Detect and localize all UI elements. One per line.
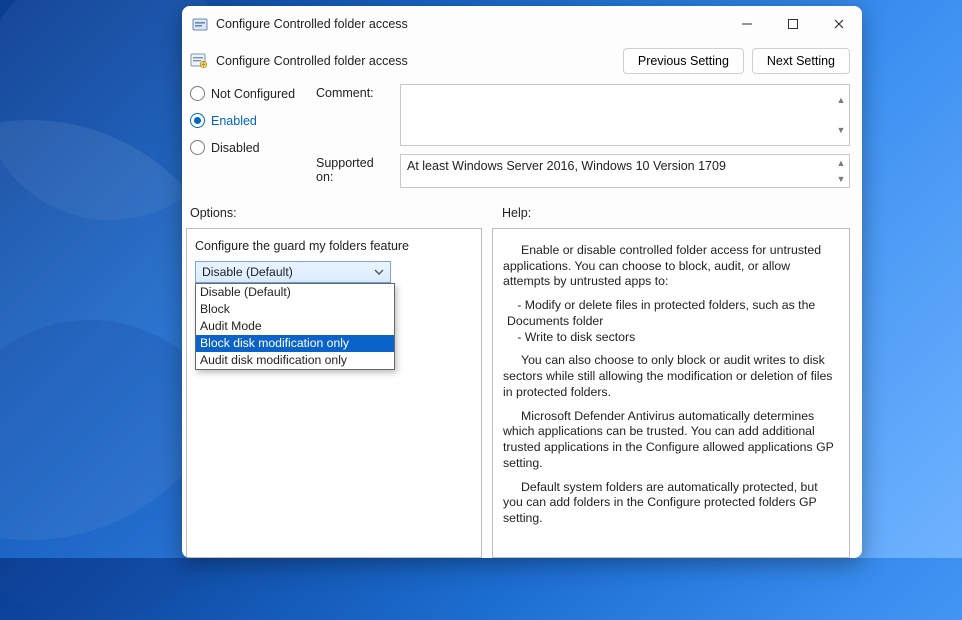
help-label: Help:	[502, 206, 531, 220]
combobox-head[interactable]: Disable (Default)	[195, 261, 391, 283]
supported-on-value: At least Windows Server 2016, Windows 10…	[407, 159, 726, 173]
radio-not-configured[interactable]: Not Configured	[190, 86, 306, 101]
options-label: Options:	[190, 206, 486, 220]
guard-mode-combobox[interactable]: Disable (Default) Disable (Default)Block…	[195, 261, 391, 283]
help-panel: Enable or disable controlled folder acce…	[492, 228, 850, 558]
minimize-button[interactable]	[724, 6, 770, 42]
header-row: Configure Controlled folder access Previ…	[182, 42, 862, 84]
fields: Comment: ▲ ▼ Supported on: At least Wind…	[316, 84, 850, 188]
radio-icon	[190, 86, 205, 101]
options-panel: Configure the guard my folders feature D…	[186, 228, 482, 558]
radio-disabled[interactable]: Disabled	[190, 140, 306, 155]
options-caption: Configure the guard my folders feature	[195, 239, 473, 253]
app-icon	[192, 16, 208, 32]
policy-icon	[190, 52, 208, 70]
chevron-down-icon[interactable]: ▼	[833, 171, 849, 187]
next-setting-button[interactable]: Next Setting	[752, 48, 850, 74]
maximize-button[interactable]	[770, 6, 816, 42]
comment-scrollbar[interactable]: ▲ ▼	[833, 85, 849, 145]
combobox-list: Disable (Default)BlockAudit ModeBlock di…	[195, 283, 395, 370]
panels: Configure the guard my folders feature D…	[182, 224, 862, 558]
help-paragraph: Microsoft Defender Antivirus automatical…	[503, 409, 839, 472]
radio-icon	[190, 140, 205, 155]
comment-label: Comment:	[316, 84, 394, 100]
help-paragraph: You can also choose to only block or aud…	[503, 353, 839, 400]
window-title: Configure Controlled folder access	[216, 17, 408, 31]
supported-on-box: At least Windows Server 2016, Windows 10…	[400, 154, 850, 188]
config-area: Not Configured Enabled Disabled Comment:…	[182, 84, 862, 192]
radio-enabled[interactable]: Enabled	[190, 113, 306, 128]
chevron-up-icon[interactable]: ▲	[833, 155, 849, 171]
combobox-option[interactable]: Block disk modification only	[196, 335, 394, 352]
combobox-option[interactable]: Block	[196, 301, 394, 318]
supported-scrollbar[interactable]: ▲ ▼	[833, 155, 849, 187]
close-button[interactable]	[816, 6, 862, 42]
combobox-option[interactable]: Audit Mode	[196, 318, 394, 335]
radio-icon	[190, 113, 205, 128]
help-paragraph: Enable or disable controlled folder acce…	[503, 243, 839, 290]
dialog-window: Configure Controlled folder access Confi…	[182, 6, 862, 558]
combobox-option[interactable]: Audit disk modification only	[196, 352, 394, 369]
window-controls	[724, 6, 862, 42]
comment-textarea[interactable]: ▲ ▼	[400, 84, 850, 146]
combobox-option[interactable]: Disable (Default)	[196, 284, 394, 301]
chevron-down-icon	[372, 265, 386, 279]
state-radio-group: Not Configured Enabled Disabled	[190, 84, 306, 188]
previous-setting-button[interactable]: Previous Setting	[623, 48, 744, 74]
help-bullet: - Modify or delete files in protected fo…	[503, 298, 839, 345]
radio-label: Not Configured	[211, 87, 295, 101]
radio-label: Disabled	[211, 141, 260, 155]
title-bar: Configure Controlled folder access	[182, 6, 862, 42]
chevron-up-icon[interactable]: ▲	[833, 85, 849, 115]
policy-title: Configure Controlled folder access	[216, 54, 408, 68]
chevron-down-icon[interactable]: ▼	[833, 115, 849, 145]
help-text: Enable or disable controlled folder acce…	[503, 243, 839, 535]
section-labels: Options: Help:	[182, 192, 862, 224]
radio-label: Enabled	[211, 114, 257, 128]
combobox-value: Disable (Default)	[202, 265, 293, 279]
supported-label: Supported on:	[316, 154, 394, 184]
help-paragraph: Default system folders are automatically…	[503, 480, 839, 527]
